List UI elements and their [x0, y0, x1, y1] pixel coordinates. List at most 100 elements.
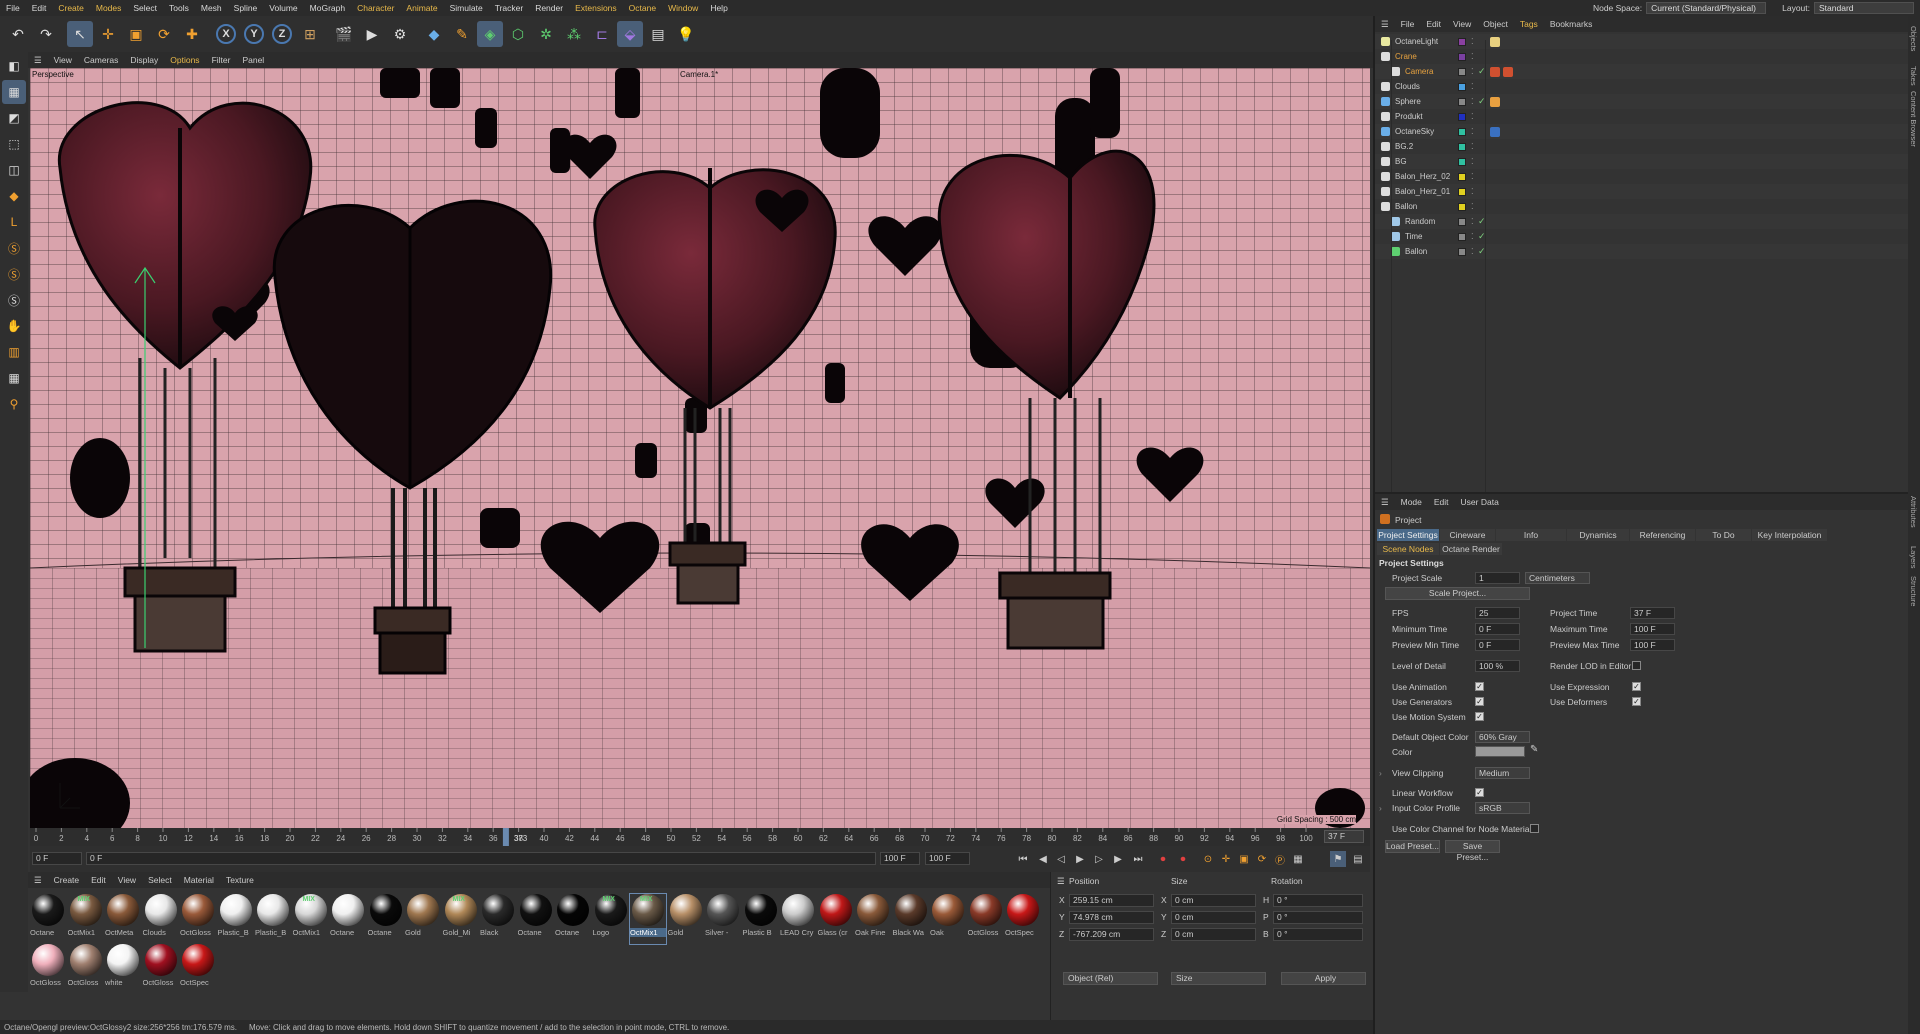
coords-menu-icon[interactable]: ☰ — [1057, 876, 1065, 887]
object-name[interactable]: Crane — [1395, 52, 1417, 61]
object-row[interactable]: Balon_Herz_01 ⁚ — [1375, 184, 1908, 199]
visibility-dots-icon[interactable]: ⁚ — [1471, 157, 1474, 166]
material-swatch[interactable]: LEAD Cry — [780, 894, 816, 944]
use-color-channel-checkbox[interactable] — [1530, 824, 1539, 833]
visibility-dots-icon[interactable]: ⁚ — [1471, 52, 1474, 61]
visibility-dots-icon[interactable]: ⁚ — [1471, 142, 1474, 151]
object-name[interactable]: BG.2 — [1395, 142, 1413, 151]
menu-volume[interactable]: Volume — [263, 3, 303, 13]
viewport-menu-filter[interactable]: Filter — [206, 55, 237, 65]
material-tag-icon[interactable] — [1490, 96, 1500, 107]
key-scale-icon[interactable]: ▣ — [1236, 851, 1252, 867]
material-swatch[interactable]: Gold — [405, 894, 441, 944]
visibility-dots-icon[interactable]: ⁚ — [1471, 67, 1474, 76]
timeline-ruler[interactable]: 0 2 4 6 8 10 12 14 16 18 20 22 24 26 28 30 32 34 36 38 40 42 4… — [30, 828, 1370, 846]
deformer-icon[interactable]: ⊏ — [589, 21, 615, 47]
object-row[interactable]: BG.2 ⁚ — [1375, 139, 1908, 154]
save-preset-button[interactable]: Save Preset... — [1445, 840, 1500, 862]
material-swatch[interactable]: Clouds — [143, 894, 179, 944]
material-swatch[interactable]: Black — [480, 894, 516, 944]
object-name[interactable]: Camera — [1405, 67, 1433, 76]
select-icon[interactable]: ↖ — [67, 21, 93, 47]
position-field[interactable]: 259.15 cm — [1069, 894, 1154, 907]
brush-icon[interactable]: ✋ — [2, 314, 26, 338]
record-icon[interactable]: ⏺ — [1155, 851, 1171, 867]
linear-workflow-checkbox[interactable]: ✓ — [1475, 788, 1484, 797]
object-menu-view[interactable]: View — [1447, 19, 1477, 29]
viewport-menu-view[interactable]: View — [48, 55, 78, 65]
visibility-dots-icon[interactable]: ⁚ — [1471, 97, 1474, 106]
material-swatch[interactable]: Oak Fine — [855, 894, 891, 944]
tab-project-settings[interactable]: Project Settings — [1377, 529, 1439, 541]
object-menu-icon[interactable]: ☰ — [1375, 19, 1395, 30]
material-swatch[interactable]: Black Wa — [893, 894, 929, 944]
object-color-swatch[interactable] — [1458, 67, 1466, 76]
tab-key-interpolation[interactable]: Key Interpolation — [1752, 529, 1827, 541]
material-swatch[interactable]: MIX Logo — [593, 894, 629, 944]
project-scale-field[interactable]: 1 — [1475, 572, 1520, 584]
object-name[interactable]: OctaneSky — [1395, 127, 1434, 136]
object-name[interactable]: Balon_Herz_02 — [1395, 172, 1450, 181]
menu-character[interactable]: Character — [351, 3, 400, 13]
material-swatch[interactable]: white — [105, 944, 141, 994]
visibility-dots-icon[interactable]: ⁚ — [1471, 112, 1474, 121]
current-frame-field[interactable]: 37 F — [1324, 830, 1364, 843]
attribute-menu-user-data[interactable]: User Data — [1455, 497, 1505, 507]
cloner-icon[interactable]: ✲ — [533, 21, 559, 47]
visibility-dots-icon[interactable]: ⁚ — [1471, 202, 1474, 211]
attribute-menu-mode[interactable]: Mode — [1395, 497, 1428, 507]
model-mode-icon[interactable]: ▦ — [2, 80, 26, 104]
tab-to-do[interactable]: To Do — [1696, 529, 1751, 541]
side-tab-objects[interactable]: Objects — [1909, 26, 1918, 51]
subdivide-icon[interactable]: ◈ — [477, 21, 503, 47]
key-move-icon[interactable]: ✛ — [1218, 851, 1234, 867]
pen-icon[interactable]: ✎ — [449, 21, 475, 47]
goto-end-icon[interactable]: ⏭ — [1130, 851, 1146, 867]
view-clipping-arrow-icon[interactable]: › — [1379, 768, 1382, 778]
material-menu-view[interactable]: View — [112, 875, 142, 885]
lock-icon[interactable]: ⚲ — [2, 392, 26, 416]
undo-icon[interactable]: ↶ — [5, 21, 31, 47]
menu-animate[interactable]: Animate — [400, 3, 443, 13]
rotation-field[interactable]: 0 ° — [1273, 928, 1363, 941]
object-name[interactable]: OctaneLight — [1395, 37, 1438, 46]
material-menu-texture[interactable]: Texture — [220, 875, 260, 885]
render-view-icon[interactable]: 🎬 — [331, 21, 357, 47]
render-lod-checkbox[interactable] — [1632, 661, 1641, 670]
visibility-dots-icon[interactable]: ⁚ — [1471, 232, 1474, 241]
rotation-field[interactable]: 0 ° — [1273, 894, 1363, 907]
menu-extensions[interactable]: Extensions — [569, 3, 623, 13]
material-swatch[interactable]: MIX OctMix1 — [293, 894, 329, 944]
material-swatch[interactable]: OctGloss — [180, 894, 216, 944]
snap-enable-icon[interactable]: Ⓢ — [2, 288, 26, 312]
material-menu-edit[interactable]: Edit — [85, 875, 112, 885]
axis-mode-icon[interactable]: L — [2, 210, 26, 234]
timeline-window-icon[interactable]: ▤ — [1350, 851, 1366, 867]
coord-size-dropdown[interactable]: Size — [1171, 972, 1266, 985]
menu-window[interactable]: Window — [662, 3, 704, 13]
workplane-icon[interactable]: ▥ — [2, 340, 26, 364]
snap-icon[interactable]: Ⓢ — [2, 236, 26, 260]
use-animation-checkbox[interactable]: ✓ — [1475, 682, 1484, 691]
end-frame-field[interactable]: 100 F — [925, 852, 970, 865]
object-color-swatch[interactable] — [1458, 247, 1466, 256]
load-preset-button[interactable]: Load Preset... — [1385, 840, 1440, 853]
start-frame-field[interactable]: 0 F — [32, 852, 82, 865]
sky-tag-icon[interactable] — [1490, 126, 1500, 137]
menu-octane[interactable]: Octane — [623, 3, 662, 13]
max-time-field[interactable]: 100 F — [1630, 623, 1675, 635]
add-icon[interactable]: ✚ — [179, 21, 205, 47]
material-menu-icon[interactable]: ☰ — [28, 875, 48, 886]
object-color-swatch[interactable] — [1458, 37, 1466, 46]
menu-help[interactable]: Help — [704, 3, 733, 13]
object-row[interactable]: Balon_Herz_02 ⁚ — [1375, 169, 1908, 184]
object-color-swatch[interactable] — [1458, 187, 1466, 196]
prev-frame-icon[interactable]: ◁ — [1053, 851, 1069, 867]
material-menu-select[interactable]: Select — [142, 875, 178, 885]
key-pla-icon[interactable]: ▦ — [1290, 851, 1306, 867]
size-field[interactable]: 0 cm — [1171, 928, 1256, 941]
default-color-dropdown[interactable]: 60% Gray — [1475, 731, 1530, 743]
attribute-menu-edit[interactable]: Edit — [1428, 497, 1455, 507]
key-rotate-icon[interactable]: ⟳ — [1254, 851, 1270, 867]
view-clipping-dropdown[interactable]: Medium — [1475, 767, 1530, 779]
